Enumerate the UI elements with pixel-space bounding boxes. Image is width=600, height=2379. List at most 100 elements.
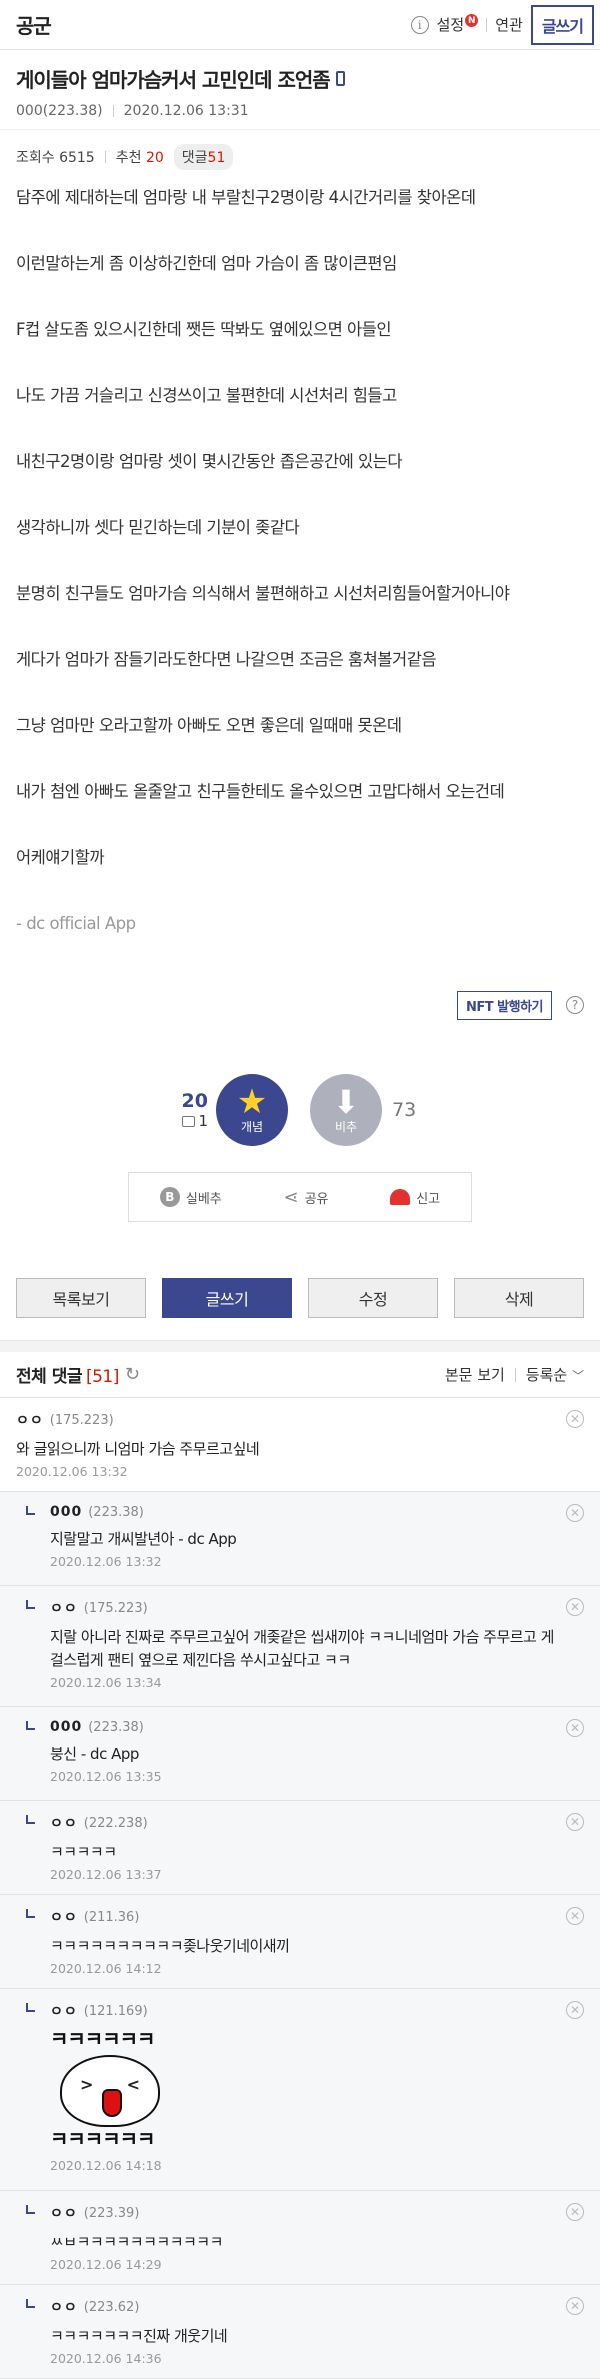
sort-label: 등록순: [525, 1366, 568, 1384]
comment-user: ㅇㅇ (211.36): [50, 1907, 560, 1927]
info-icon[interactable]: i: [410, 15, 429, 34]
help-icon[interactable]: ?: [566, 996, 584, 1014]
close-icon[interactable]: ✕: [566, 1907, 584, 1925]
comment-nick[interactable]: ㅇㅇ: [50, 1813, 78, 1833]
dccon-text: ㅋㅋㅋㅋㅋㅋ: [50, 2127, 155, 2151]
close-icon[interactable]: ✕: [566, 1410, 584, 1428]
delete-button[interactable]: 삭제: [454, 1278, 584, 1318]
close-icon[interactable]: ✕: [566, 1813, 584, 1831]
comment-reply: ㅇㅇ (223.39) ㅆㅂㅋㅋㅋㅋㅋㅋㅋㅋㅋㅋㅋ 2020.12.06 14:2…: [0, 2191, 600, 2285]
close-icon[interactable]: ✕: [566, 1504, 584, 1522]
comment-ip: (222.238): [83, 1815, 148, 1831]
comments-header: 전체 댓글 [51] ↻ 본문 보기 등록순 ﹀: [0, 1352, 600, 1398]
comment-text: 와 글읽으니까 니엄마 가슴 주무르고싶네: [16, 1440, 260, 1458]
comment-nick[interactable]: 000: [50, 1719, 82, 1735]
comment-user: ㅇㅇ (223.62): [50, 2297, 560, 2317]
post-title: 게이들아 엄마가슴커서 고민인데 조언좀: [16, 64, 584, 93]
report-label: 신고: [416, 1191, 441, 1207]
upvote-button[interactable]: ★ 개념: [216, 1074, 288, 1146]
comment-nick[interactable]: ㅇㅇ: [50, 2203, 78, 2223]
close-icon[interactable]: ✕: [566, 2297, 584, 2315]
gallery-name[interactable]: 공군: [16, 10, 52, 39]
list-button[interactable]: 목록보기: [16, 1278, 146, 1318]
post-header: 게이들아 엄마가슴커서 고민인데 조언좀 000(223.38) 2020.12…: [0, 50, 600, 130]
body-line: 담주에 제대하는데 엄마랑 내 부랄친구2명이랑 4시간거리를 찾아온데: [16, 188, 476, 207]
reply-arrow-icon: [26, 1721, 35, 1730]
up-count: 20: [181, 1090, 208, 1112]
recommend-label: 추천: [115, 150, 142, 166]
comment-nick[interactable]: ㅇㅇ: [50, 2001, 78, 2021]
comment-date: 2020.12.06 14:36: [50, 2351, 162, 2366]
share-button[interactable]: ⋖ 공유: [283, 1187, 328, 1208]
comment-user: ㅇㅇ (121.169): [50, 2001, 560, 2021]
body-line: 게다가 엄마가 잠들기라도한다면 나갈으면 조금은 훔쳐볼거같음: [16, 650, 437, 669]
comment-user: ㅇㅇ (175.223): [16, 1410, 560, 1430]
reply-count-chip[interactable]: 댓글51: [173, 144, 234, 170]
reply-arrow-icon: [26, 2205, 35, 2214]
body-line: 이런말하는게 좀 이상하긴한데 엄마 가슴이 좀 많이큰편임: [16, 254, 397, 273]
comment-text: 지랄말고 개씨발년아 - dc App: [50, 1530, 237, 1548]
comment-reply: 000 (223.38) 지랄말고 개씨발년아 - dc App 2020.12.…: [0, 1492, 600, 1586]
comments-title-text: 전체 댓글: [16, 1367, 82, 1387]
close-icon[interactable]: ✕: [566, 1598, 584, 1616]
comment-text: ㅋㅋㅋㅋㅋ: [50, 1843, 117, 1861]
settings-link[interactable]: 설정 N: [437, 14, 479, 35]
comment-user: ㅇㅇ (223.39): [50, 2203, 560, 2223]
write-button[interactable]: 글쓰기: [162, 1278, 292, 1318]
new-badge: N: [465, 14, 479, 27]
body-line: 내가 첨엔 아빠도 올줄알고 친구들한테도 올수있으면 고맙다해서 오는건데: [16, 782, 505, 801]
down-count: 73: [392, 1099, 417, 1121]
comments-count: [51]: [85, 1367, 119, 1387]
close-icon[interactable]: ✕: [566, 2203, 584, 2221]
body-line: 생각하니까 셋다 믿긴하는데 기분이 좆같다: [16, 518, 300, 537]
settings-label: 설정: [436, 16, 465, 34]
close-icon[interactable]: ✕: [566, 1719, 584, 1737]
comment-ip: (175.223): [49, 1412, 114, 1428]
write-button-top[interactable]: 글쓰기: [530, 4, 594, 45]
post-stats: 조회수 6515 추천 20 댓글51: [0, 130, 600, 178]
comment-nick[interactable]: ㅇㅇ: [16, 1410, 44, 1430]
reply-arrow-icon: [26, 2299, 35, 2308]
reply-arrow-icon: [26, 1506, 35, 1515]
post-body: 담주에 제대하는데 엄마랑 내 부랄친구2명이랑 4시간거리를 찾아온데 이런말…: [0, 178, 600, 978]
comment-nick[interactable]: 000: [50, 1504, 82, 1520]
body-line: 그냥 엄마만 오라고할까 아빠도 오면 좋은데 일때매 못온데: [16, 716, 402, 735]
comment-ip: (175.223): [83, 1600, 148, 1616]
comment-date: 2020.12.06 13:32: [16, 1464, 128, 1479]
body-line: 내친구2명이랑 엄마랑 셋이 몇시간동안 좁은공간에 있는다: [16, 452, 403, 471]
reply-arrow-icon: [26, 1815, 35, 1824]
divider: [514, 1367, 516, 1382]
fixed-user-icon: [182, 1115, 196, 1127]
comment-item: ㅇㅇ (175.223) 와 글읽으니까 니엄마 가슴 주무르고싶네 2020.1…: [0, 1398, 600, 1492]
post-author[interactable]: 000(223.38): [16, 103, 103, 119]
body-line: 어케얘기할까: [16, 848, 105, 867]
star-icon: ★: [236, 1081, 268, 1122]
edit-button[interactable]: 수정: [308, 1278, 438, 1318]
related-link[interactable]: 연관: [495, 14, 523, 35]
nft-button[interactable]: NFT 발행하기: [457, 990, 552, 1020]
downvote-button[interactable]: ⬇ 비추: [310, 1074, 382, 1146]
comment-nick[interactable]: ㅇㅇ: [50, 1907, 78, 1927]
close-icon[interactable]: ✕: [566, 2001, 584, 2019]
reply-arrow-icon: [26, 1600, 35, 1609]
nft-row: NFT 발행하기 ?: [0, 990, 600, 1020]
comment-ip: (121.169): [83, 2003, 148, 2019]
comment-reply: 000 (223.38) 붕신 - dc App 2020.12.06 13:35…: [0, 1707, 600, 1801]
best-recommend-button[interactable]: B 실베추: [159, 1187, 222, 1207]
best-icon: B: [159, 1187, 180, 1207]
share-box: B 실베추 ⋖ 공유 신고: [128, 1172, 472, 1222]
comment-nick[interactable]: ㅇㅇ: [50, 1598, 78, 1618]
body-view-link[interactable]: 본문 보기: [445, 1364, 505, 1385]
refresh-icon[interactable]: ↻: [125, 1364, 140, 1385]
sort-select[interactable]: 등록순 ﹀: [526, 1364, 584, 1385]
dccon-text: ㅋㅋㅋㅋㅋㅋ: [50, 2027, 155, 2051]
share-icon: ⋖: [283, 1186, 299, 1208]
fixed-count: 1: [152, 1112, 208, 1130]
upvote-label: 개념: [240, 1119, 264, 1134]
siren-icon: [390, 1189, 411, 1205]
reply-label: 댓글: [181, 150, 208, 166]
top-bar: 공군 i 설정 N 연관 글쓰기: [0, 0, 600, 50]
comment-text: ㅋㅋㅋㅋㅋㅋㅋㅋㅋㅋ좆나웃기네이새끼: [50, 1937, 290, 1955]
report-button[interactable]: 신고: [390, 1188, 440, 1207]
comment-nick[interactable]: ㅇㅇ: [50, 2297, 78, 2317]
